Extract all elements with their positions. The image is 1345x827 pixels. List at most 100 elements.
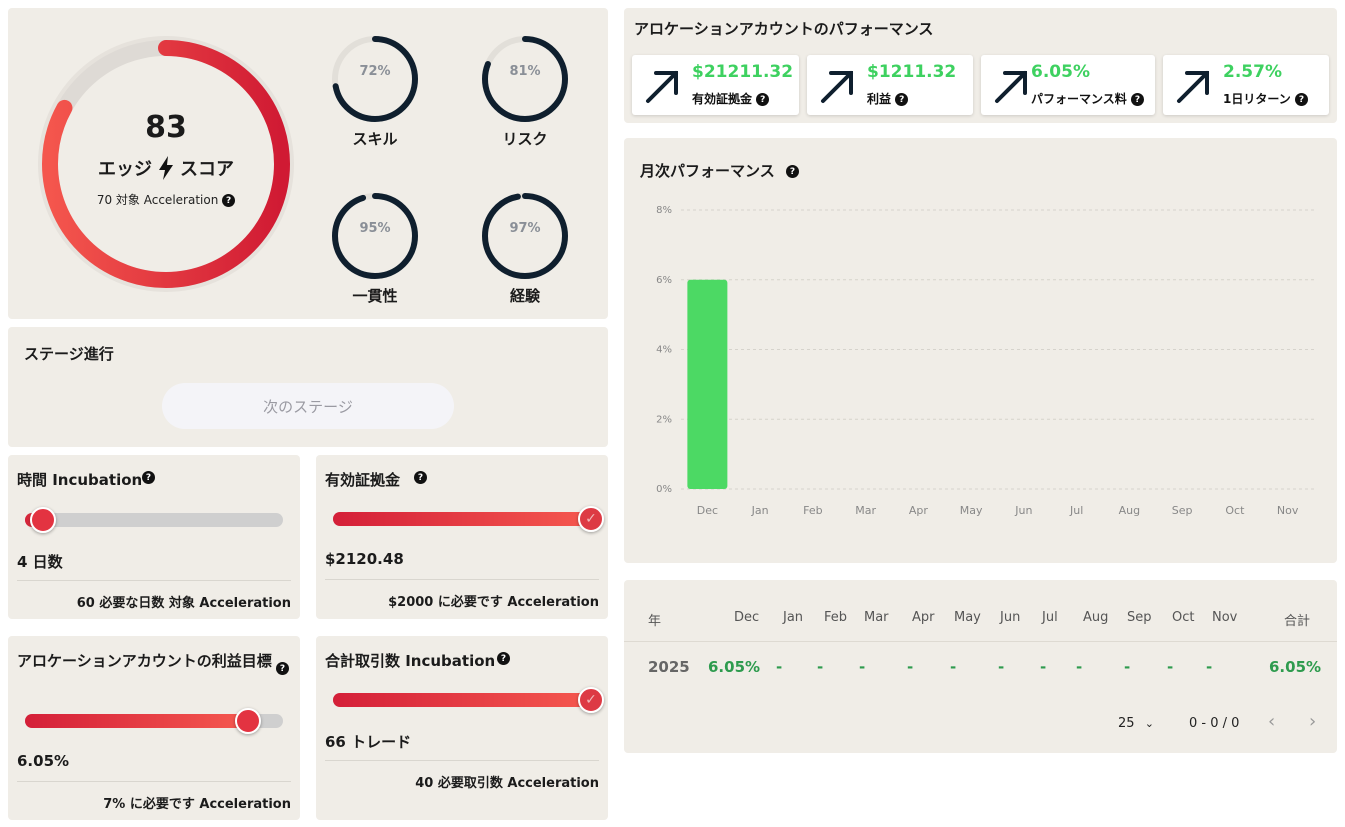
divider [17, 580, 291, 581]
arrow-up-right-icon [1177, 71, 1209, 103]
profit-progress-track [25, 708, 283, 734]
trades-progress-fill [333, 693, 591, 707]
stat-value: $1211.32 [867, 62, 957, 82]
column-header[interactable]: Sep [1127, 610, 1152, 625]
next-page-icon[interactable]: › [1309, 711, 1316, 732]
edge-score-label-left: エッジ [98, 159, 152, 180]
profit-progress-knob [234, 708, 261, 734]
margin-value: $2120.48 [325, 550, 404, 568]
help-icon[interactable]: ? [785, 165, 799, 178]
edge-score-label: エッジ スコア [98, 155, 234, 181]
help-icon[interactable]: ? [1130, 93, 1144, 106]
stat-label: 利益 ? [867, 90, 909, 107]
column-header[interactable]: Jul [1042, 610, 1058, 625]
monthly-table-card: 年 Dec Jan Feb Mar Apr May Jun Jul Aug Sep Oct Nov 合計 … [624, 580, 1337, 753]
total-trades-card: 合計取引数 Incubation ? ✓ 66 トレード 40 必要取引数 Ac… [316, 636, 608, 820]
margin-progress-track: ✓ [333, 506, 604, 532]
stat-value: 6.05% [1031, 62, 1090, 82]
help-icon[interactable]: ? [1294, 93, 1308, 106]
column-header[interactable]: Feb [824, 610, 847, 625]
help-icon[interactable]: ? [142, 471, 155, 484]
column-header[interactable]: 年 [648, 610, 661, 629]
table-cell: - [1076, 658, 1083, 676]
y-tick-label: 2% [656, 414, 672, 425]
skill-pct: 72% [359, 64, 391, 79]
next-stage-button[interactable]: 次のステージ [162, 383, 454, 429]
bar [687, 279, 728, 489]
x-tick-label: Aug [1119, 504, 1140, 517]
experience-label: 経験 [509, 287, 540, 305]
y-tick-label: 6% [656, 275, 672, 286]
total-trades-title: 合計取引数 Incubation [325, 652, 496, 670]
lightning-icon [159, 156, 173, 180]
table-cell: - [776, 658, 783, 676]
column-header[interactable]: Nov [1212, 610, 1237, 625]
column-header[interactable]: Mar [864, 610, 889, 625]
consistency-label: 一貫性 [352, 287, 398, 305]
x-tick-label: Dec [697, 504, 718, 517]
divider [325, 579, 599, 580]
table-cell: 6.05% [708, 658, 761, 676]
risk-ring [482, 36, 568, 122]
profit-target-title: アロケーションアカウントの利益目標 [17, 652, 272, 670]
allocation-performance-card: アロケーションアカウントのパフォーマンス $21211.32 有効証拠金 ? $… [624, 8, 1337, 123]
arrow-up-right-icon [646, 71, 678, 103]
column-header[interactable]: Oct [1172, 610, 1194, 625]
column-header[interactable]: Dec [734, 610, 759, 625]
column-header[interactable]: May [954, 610, 981, 625]
edge-score-label-right: スコア [180, 159, 234, 180]
help-icon[interactable]: ? [895, 93, 909, 106]
divider [624, 641, 1337, 642]
x-tick-label: Feb [803, 504, 822, 517]
time-incubation-card: 時間 Incubation ? 4 日数 60 必要な日数 対象 Acceler… [8, 455, 300, 619]
prev-page-icon[interactable]: ‹ [1268, 711, 1275, 732]
allocation-performance-title: アロケーションアカウントのパフォーマンス [634, 20, 934, 38]
table-cell: - [998, 658, 1005, 676]
time-value: 4 日数 [17, 553, 63, 571]
divider [17, 781, 291, 782]
column-header[interactable]: Apr [912, 610, 935, 625]
profit-target-card: アロケーションアカウントの利益目標 ? 6.05% 7% に必要です Accel… [8, 636, 300, 820]
consistency-pct: 95% [359, 221, 391, 236]
experience-gauge: 97% 経験 [475, 191, 575, 306]
y-tick-label: 0% [656, 484, 672, 495]
table-cell: - [1124, 658, 1131, 676]
help-icon[interactable]: ? [414, 471, 427, 484]
help-icon[interactable]: ? [756, 93, 770, 106]
stat-label-text: パフォーマンス料 [1031, 92, 1127, 106]
table-cell: - [1206, 658, 1213, 676]
skill-label: スキル [352, 130, 398, 148]
pagination-range: 0 - 0 / 0 [1189, 716, 1240, 731]
stat-daily-return: 2.57% 1日リターン ? [1163, 55, 1329, 115]
chevron-down-icon: ⌄ [1144, 717, 1154, 730]
column-header[interactable]: 合計 [1284, 610, 1310, 629]
profit-progress-fill [25, 714, 248, 728]
column-header[interactable]: Jan [783, 610, 803, 625]
skill-gauge: 72% スキル [325, 34, 425, 149]
help-icon[interactable]: ? [497, 652, 510, 665]
consistency-gauge: 95% 一貫性 [325, 191, 425, 306]
table-cell: - [859, 658, 866, 676]
arrow-up-right-icon [995, 71, 1027, 103]
rows-per-page-value: 25 [1118, 716, 1135, 731]
table-cell: - [950, 658, 957, 676]
monthly-performance-title-row: 月次パフォーマンス ? [640, 160, 799, 181]
stat-label: パフォーマンス料 ? [1031, 90, 1144, 107]
edge-score-card: 83 エッジ スコア 70 対象 Acceleration ? 72% スキル … [8, 8, 608, 319]
column-header[interactable]: Jun [1000, 610, 1020, 625]
table-cell: - [1040, 658, 1047, 676]
table-cell: - [1167, 658, 1174, 676]
column-header[interactable]: Aug [1083, 610, 1108, 625]
effective-margin-title: 有効証拠金 [325, 471, 401, 489]
help-icon[interactable]: ? [276, 662, 289, 675]
divider [325, 760, 599, 761]
help-icon[interactable]: ? [222, 194, 236, 207]
rows-per-page-select[interactable]: 25 ⌄ [1118, 716, 1154, 731]
profit-requirement: 7% に必要です Acceleration [103, 797, 291, 812]
effective-margin-card: 有効証拠金 ? ✓ $2120.48 $2000 に必要です Accelerat… [316, 455, 608, 619]
risk-pct: 81% [509, 64, 541, 79]
x-tick-label: Apr [909, 504, 929, 517]
x-tick-label: Jul [1069, 504, 1083, 517]
check-icon: ✓ [578, 506, 604, 532]
y-tick-label: 8% [656, 205, 672, 216]
